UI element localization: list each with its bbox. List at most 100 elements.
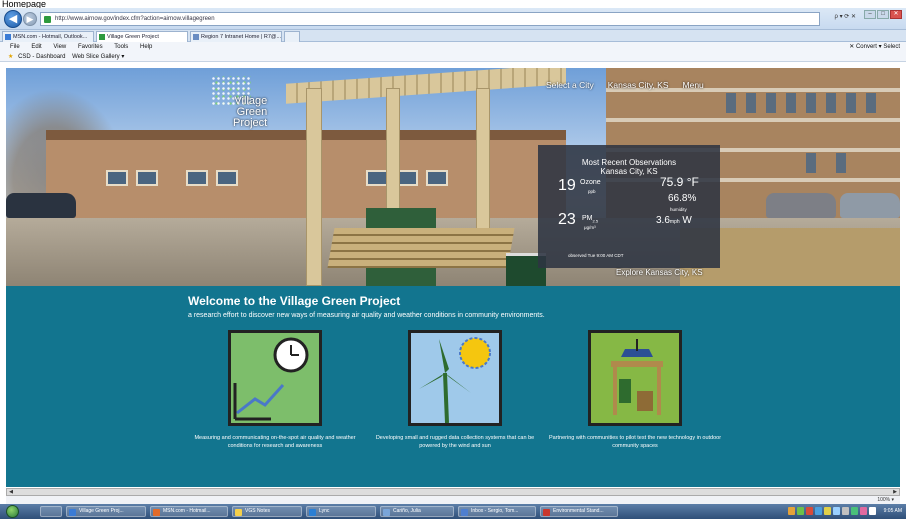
taskbar-item-environmental[interactable]: Environmental Stand... <box>540 506 618 517</box>
welcome-title: Welcome to the Village Green Project <box>188 294 401 308</box>
tray-icon[interactable] <box>806 507 813 515</box>
bench-image <box>327 228 515 268</box>
tray-icon[interactable] <box>860 507 867 515</box>
observations-panel: Most Recent Observations Kansas City, KS… <box>538 145 720 268</box>
back-button[interactable]: ◀ <box>4 10 22 28</box>
pdf-icon <box>543 509 550 516</box>
observations-title: Most Recent Observations Kansas City, KS <box>581 158 677 176</box>
humidity-value: 66.8% <box>668 193 697 204</box>
car-image <box>840 193 900 218</box>
msn-icon <box>5 34 11 40</box>
ie-icon <box>69 509 76 516</box>
menu-edit[interactable]: Edit <box>31 44 41 50</box>
convert-select-tools[interactable]: ✕ Convert ▾ Select <box>849 42 900 52</box>
forward-button[interactable]: ▶ <box>23 12 37 26</box>
outlook-icon <box>461 509 468 516</box>
status-bar: 100% ▾ <box>6 496 900 504</box>
menu-tools[interactable]: Tools <box>114 44 128 50</box>
feature-partnering-text: Partnering with communities to pilot tes… <box>548 435 722 449</box>
zoom-level[interactable]: 100% ▾ <box>877 496 894 504</box>
nav-menu[interactable]: Menu <box>683 80 704 90</box>
maximize-button[interactable]: □ <box>877 10 889 19</box>
menu-favorites[interactable]: Favorites <box>78 44 103 50</box>
document-title: Homepage <box>0 0 906 9</box>
clock-chart-icon[interactable] <box>228 330 322 426</box>
scroll-right-icon[interactable]: ▶ <box>891 489 899 495</box>
wind-speed: 3.6mph W <box>656 215 692 226</box>
pm-value: 23 <box>558 211 576 228</box>
taskbar-item-chat[interactable]: Cariño, Julia <box>380 506 454 517</box>
pinned-explorer-icon[interactable] <box>40 506 62 517</box>
tray-icon[interactable] <box>815 507 822 515</box>
tab-region7[interactable]: Region 7 Intranet Home | R7@... <box>190 31 282 42</box>
taskbar-item-inbox[interactable]: Inbox - Sergio, Tom... <box>458 506 536 517</box>
tray-icon[interactable] <box>797 507 804 515</box>
hero-navigation: Select a City Kansas City, KS Menu <box>546 80 704 90</box>
ozone-label: Ozone <box>580 179 601 186</box>
tab-strip: MSN.com - Hotmail, Outlook... Village Gr… <box>0 30 906 42</box>
address-bar[interactable]: http://www.airnow.gov/index.cfm?action=a… <box>40 12 820 26</box>
window-controls: – □ ✕ <box>864 10 902 19</box>
wind-sun-icon[interactable] <box>408 330 502 426</box>
menu-help[interactable]: Help <box>140 44 152 50</box>
tray-icon[interactable] <box>824 507 831 515</box>
pm-unit: μg/m³ <box>584 225 596 230</box>
car-image <box>6 193 76 218</box>
ozone-value: 19 <box>558 177 576 194</box>
temperature-value: 75.9 °F <box>660 175 699 189</box>
site-favicon-icon <box>44 16 51 23</box>
tray-icon[interactable] <box>842 507 849 515</box>
menu-file[interactable]: File <box>10 44 20 50</box>
feature-developing-text: Developing small and rugged data collect… <box>375 435 535 449</box>
observed-time: observed Tue 9:00 AM CDT <box>568 253 624 258</box>
logo-line: Project <box>233 117 268 129</box>
windows-taskbar: Village Green Proj... MSN.com - Hotmail.… <box>0 504 906 519</box>
pm-label: PM2.5 <box>582 215 599 224</box>
browser-toolbar: ◀ ▶ http://www.airnow.gov/index.cfm?acti… <box>0 8 906 30</box>
menu-view[interactable]: View <box>53 44 66 50</box>
chat-icon <box>383 509 390 516</box>
intranet-icon <box>193 34 199 40</box>
nav-kansas-city[interactable]: Kansas City, KS <box>608 80 669 90</box>
tab-msn[interactable]: MSN.com - Hotmail, Outlook... <box>2 31 94 42</box>
tray-icon[interactable] <box>788 507 795 515</box>
address-url: http://www.airnow.gov/index.cfm?action=a… <box>55 16 215 22</box>
village-green-logo[interactable]: Village Green Project <box>211 76 281 138</box>
new-tab-button[interactable] <box>284 31 300 42</box>
nav-select-city[interactable]: Select a City <box>546 80 594 90</box>
tab-village-green[interactable]: Village Green Project <box>96 31 188 42</box>
taskbar-item-village-green[interactable]: Village Green Proj... <box>66 506 146 517</box>
tray-icon[interactable] <box>833 507 840 515</box>
favorites-bar: ★ CSD - Dashboard Web Slice Gallery ▾ <box>0 52 906 62</box>
favorite-web-slice-gallery[interactable]: Web Slice Gallery ▾ <box>72 54 124 60</box>
minimize-button[interactable]: – <box>864 10 876 19</box>
humidity-label: humidity <box>670 207 687 212</box>
monitoring-station-icon[interactable] <box>588 330 682 426</box>
close-window-button[interactable]: ✕ <box>890 10 902 19</box>
welcome-section: Welcome to the Village Green Project a r… <box>6 286 900 487</box>
favorites-star-icon[interactable]: ★ <box>8 54 13 60</box>
pergola-post <box>306 88 322 286</box>
menu-bar: File Edit View Favorites Tools Help ✕ Co… <box>0 42 906 52</box>
pergola-post <box>386 88 400 228</box>
welcome-subtitle: a research effort to discover new ways o… <box>188 312 545 319</box>
start-button[interactable] <box>6 505 19 518</box>
feature-measuring-text: Measuring and communicating on-the-spot … <box>194 435 356 449</box>
taskbar-item-lync[interactable]: Lync <box>306 506 376 517</box>
tray-icon[interactable] <box>851 507 858 515</box>
system-clock[interactable]: 9:05 AM <box>884 508 902 514</box>
favorite-csd-dashboard[interactable]: CSD - Dashboard <box>18 54 65 60</box>
taskbar-item-msn[interactable]: MSN.com - Hotmail... <box>150 506 228 517</box>
address-tools[interactable]: ρ ▾ ⟳ ✕ <box>835 13 856 20</box>
explore-city-link[interactable]: Explore Kansas City, KS <box>616 268 703 277</box>
ozone-unit: ppb <box>588 189 596 194</box>
hero-banner: Village Green Project Select a City Kans… <box>6 68 900 286</box>
car-image <box>766 193 836 218</box>
notes-icon <box>235 509 242 516</box>
horizontal-scrollbar[interactable]: ◀ ▶ <box>6 488 900 496</box>
page-icon <box>99 34 105 40</box>
volume-icon[interactable] <box>869 507 876 515</box>
scroll-left-icon[interactable]: ◀ <box>7 489 15 495</box>
taskbar-item-notes[interactable]: VGS Notes <box>232 506 302 517</box>
lync-icon <box>309 509 316 516</box>
